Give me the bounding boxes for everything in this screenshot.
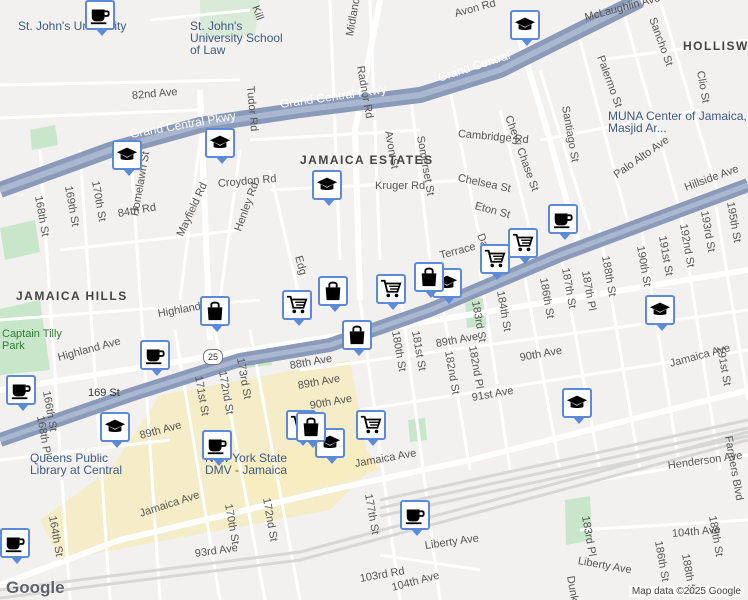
bag-icon xyxy=(204,300,226,322)
school-icon xyxy=(104,416,126,438)
coffee-marker[interactable] xyxy=(202,430,232,466)
coffee-marker[interactable] xyxy=(400,500,430,536)
cart-icon xyxy=(380,278,402,300)
cart-icon xyxy=(512,232,534,254)
neighborhood-label: JAMAICA HILLS xyxy=(16,289,128,303)
school-marker[interactable] xyxy=(562,388,592,424)
bag-icon xyxy=(418,266,440,288)
route-shield: 25 xyxy=(203,349,223,365)
school-marker[interactable] xyxy=(205,128,235,164)
cart-marker[interactable] xyxy=(376,274,406,310)
bag-icon xyxy=(322,280,344,302)
park-label: Captain Tilly Park xyxy=(2,328,62,352)
bag-icon xyxy=(300,416,322,438)
coffee-icon xyxy=(144,344,166,366)
bag-marker[interactable] xyxy=(342,320,372,356)
coffee-icon xyxy=(10,379,32,401)
coffee-marker[interactable] xyxy=(85,0,115,36)
map-canvas[interactable]: JAMAICA ESTATES JAMAICA HILLS HOLLISWO G… xyxy=(0,0,748,600)
neighborhood-label: HOLLISWO xyxy=(683,39,748,53)
google-logo[interactable]: Google xyxy=(6,578,65,598)
coffee-marker[interactable] xyxy=(6,375,36,411)
school-icon xyxy=(649,299,671,321)
bag-marker[interactable] xyxy=(318,276,348,312)
cart-marker[interactable] xyxy=(356,410,386,446)
school-icon xyxy=(116,144,138,166)
cart-icon xyxy=(286,294,308,316)
school-marker[interactable] xyxy=(645,295,675,331)
coffee-icon xyxy=(4,532,26,554)
school-marker[interactable] xyxy=(510,10,540,46)
bag-icon xyxy=(346,324,368,346)
school-marker[interactable] xyxy=(100,412,130,448)
cart-icon xyxy=(484,248,506,270)
poi-label[interactable]: St. John's University School of Law xyxy=(190,20,290,56)
coffee-icon xyxy=(206,434,228,456)
neighborhood-label: JAMAICA ESTATES xyxy=(300,153,434,167)
school-icon xyxy=(209,132,231,154)
station-label[interactable]: 169 St xyxy=(88,387,120,399)
school-icon xyxy=(514,14,536,36)
school-marker[interactable] xyxy=(312,170,342,206)
school-icon xyxy=(566,392,588,414)
school-icon xyxy=(316,174,338,196)
bag-marker[interactable] xyxy=(296,412,326,448)
cart-marker[interactable] xyxy=(480,244,510,280)
coffee-icon xyxy=(552,208,574,230)
cart-icon xyxy=(360,414,382,436)
coffee-icon xyxy=(404,504,426,526)
coffee-marker[interactable] xyxy=(548,204,578,240)
cart-marker[interactable] xyxy=(508,228,538,264)
map-attribution[interactable]: Map data ©2025 Google xyxy=(628,586,744,597)
school-marker[interactable] xyxy=(112,140,142,176)
bag-marker[interactable] xyxy=(414,262,444,298)
street-label: Kruger Rd xyxy=(375,180,426,192)
poi-label[interactable]: MUNA Center of Jamaica, Masjid Ar... xyxy=(608,110,748,134)
cart-marker[interactable] xyxy=(282,290,312,326)
coffee-marker[interactable] xyxy=(0,528,30,564)
coffee-marker[interactable] xyxy=(140,340,170,376)
bag-marker[interactable] xyxy=(200,296,230,332)
coffee-icon xyxy=(89,4,111,26)
